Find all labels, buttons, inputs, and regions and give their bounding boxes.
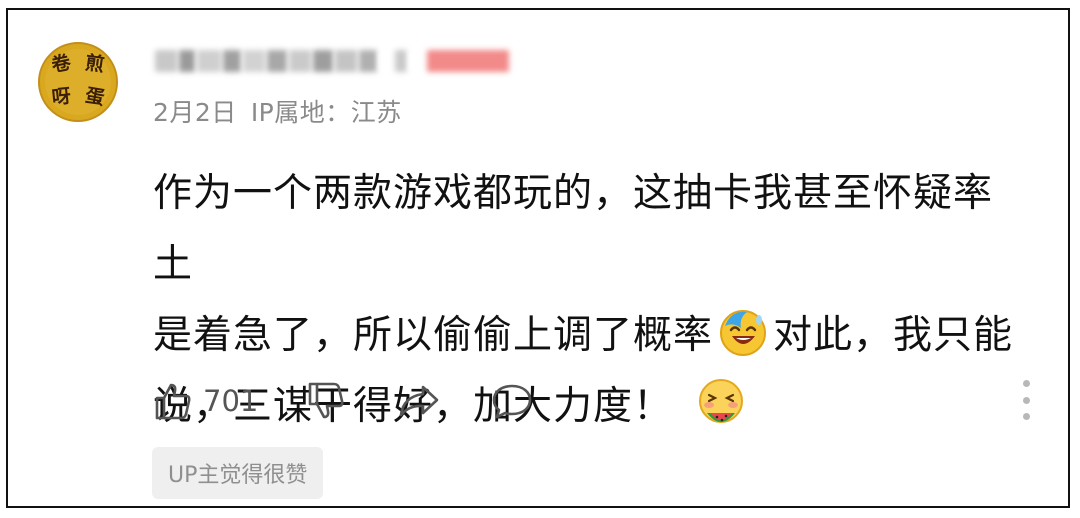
username-blur-block (155, 50, 177, 72)
laughing-sweat-emoji (720, 310, 767, 356)
share-icon (400, 385, 439, 417)
username-blur-block (395, 50, 407, 72)
comment-icon (493, 384, 532, 419)
username-blurred[interactable] (155, 43, 509, 79)
more-vertical-icon (1022, 413, 1030, 420)
up-badge-label: UP主觉得很赞 (168, 463, 308, 488)
comment-line: 对此，我只能 (773, 313, 1014, 358)
username-blur-block (223, 50, 241, 72)
eating-watermelon-emoji (699, 379, 744, 423)
up-liked-badge: UP主觉得很赞 (152, 447, 324, 499)
username-blur-block (197, 50, 221, 72)
like-count: 701 (203, 384, 259, 418)
username-blur-block (335, 50, 357, 72)
username-blur-block (289, 50, 311, 72)
username-blur-block (267, 50, 287, 72)
comment-meta: 2月2日 IP属地：江苏 (153, 93, 402, 129)
reply-button[interactable] (491, 381, 533, 421)
more-vertical-icon (1022, 380, 1030, 387)
username-blur-block (379, 50, 393, 72)
more-vertical-icon (1022, 396, 1030, 404)
comment-date: 2月2日 (153, 98, 237, 127)
thumb-down-icon (309, 382, 344, 419)
comment-line: 是着急了，所以偷偷上调了概率 (153, 313, 714, 358)
avatar-char: 呀 (50, 85, 72, 109)
thumb-up-icon (155, 383, 191, 420)
username-blur-block (313, 50, 333, 72)
ip-location: IP属地：江苏 (250, 98, 402, 127)
action-bar: 701 (153, 378, 533, 424)
more-options-button[interactable] (1016, 380, 1036, 420)
avatar[interactable]: 卷 煎 呀 蛋 (38, 42, 118, 122)
share-button[interactable] (397, 381, 441, 421)
avatar-char: 蛋 (83, 84, 107, 110)
username-blur-block (179, 50, 195, 72)
username-blur-block (359, 50, 377, 72)
like-button[interactable]: 701 (153, 381, 258, 421)
dislike-button[interactable] (306, 381, 346, 421)
username-blur-block (409, 50, 425, 72)
username-blur-block (243, 50, 265, 72)
username-blur-block (427, 50, 509, 72)
comment-line: 作为一个两款游戏都玩的，这抽卡我甚至怀疑率土 (153, 171, 994, 287)
avatar-calligraphy: 卷 煎 呀 蛋 (45, 49, 111, 115)
